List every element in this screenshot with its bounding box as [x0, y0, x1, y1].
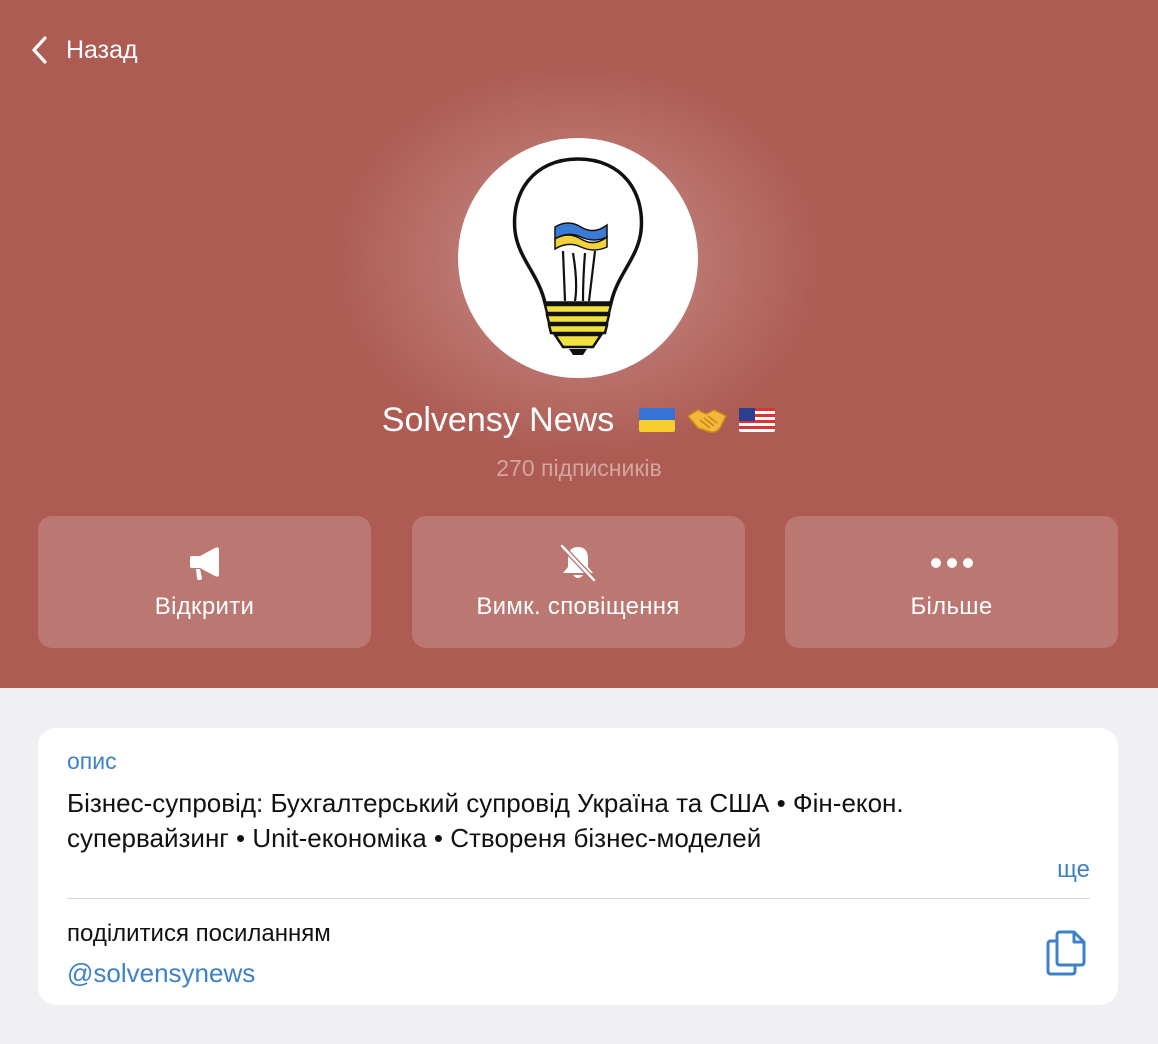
us-flag-icon [739, 408, 776, 432]
share-link-label: поділитися посиланням [67, 920, 331, 947]
channel-avatar[interactable] [458, 138, 698, 378]
description-line-2: супервайзинг • Unit-економіка • Створеня… [67, 823, 762, 853]
open-button[interactable]: Відкрити [38, 516, 371, 648]
handshake-icon [687, 409, 728, 433]
description-line-1: Бізнес-супровід: Бухгалтерський супровід… [67, 788, 904, 818]
open-label: Відкрити [154, 593, 255, 620]
subscriber-count: 270 підписників [496, 455, 662, 481]
expand-description-link[interactable]: ще [1057, 856, 1090, 884]
back-label: Назад [66, 35, 138, 64]
more-label: Більше [910, 593, 993, 620]
ellipsis-icon [930, 543, 974, 583]
title-emojis [628, 404, 776, 436]
copy-icon [1046, 930, 1086, 976]
more-button[interactable]: Більше [785, 516, 1118, 648]
channel-info-card: опис Бізнес-супровід: Бухгалтерський суп… [38, 728, 1118, 1005]
description-text[interactable]: Бізнес-супровід: Бухгалтерський супровід… [67, 786, 1077, 856]
ukraine-flag-icon [639, 408, 676, 432]
mute-label: Вимк. сповіщення [476, 593, 680, 620]
channel-title-row: Solvensy News [0, 396, 1158, 444]
lightbulb-ukraine-flag-icon [512, 157, 644, 355]
channel-username-link[interactable]: @solvensynews [67, 958, 255, 989]
back-button[interactable]: Назад [30, 28, 138, 72]
channel-header: Назад Solvensy News 270 підписників Відк… [0, 0, 1158, 688]
divider [67, 898, 1090, 899]
megaphone-icon [187, 543, 223, 583]
chevron-left-icon [32, 36, 47, 64]
action-bar: Відкрити Вимк. сповіщення Більше [38, 516, 1118, 648]
channel-name: Solvensy News [381, 400, 615, 439]
bell-slash-icon [558, 543, 598, 583]
copy-link-button[interactable] [1044, 928, 1088, 978]
description-label: опис [67, 748, 117, 774]
mute-notifications-button[interactable]: Вимк. сповіщення [411, 516, 745, 648]
